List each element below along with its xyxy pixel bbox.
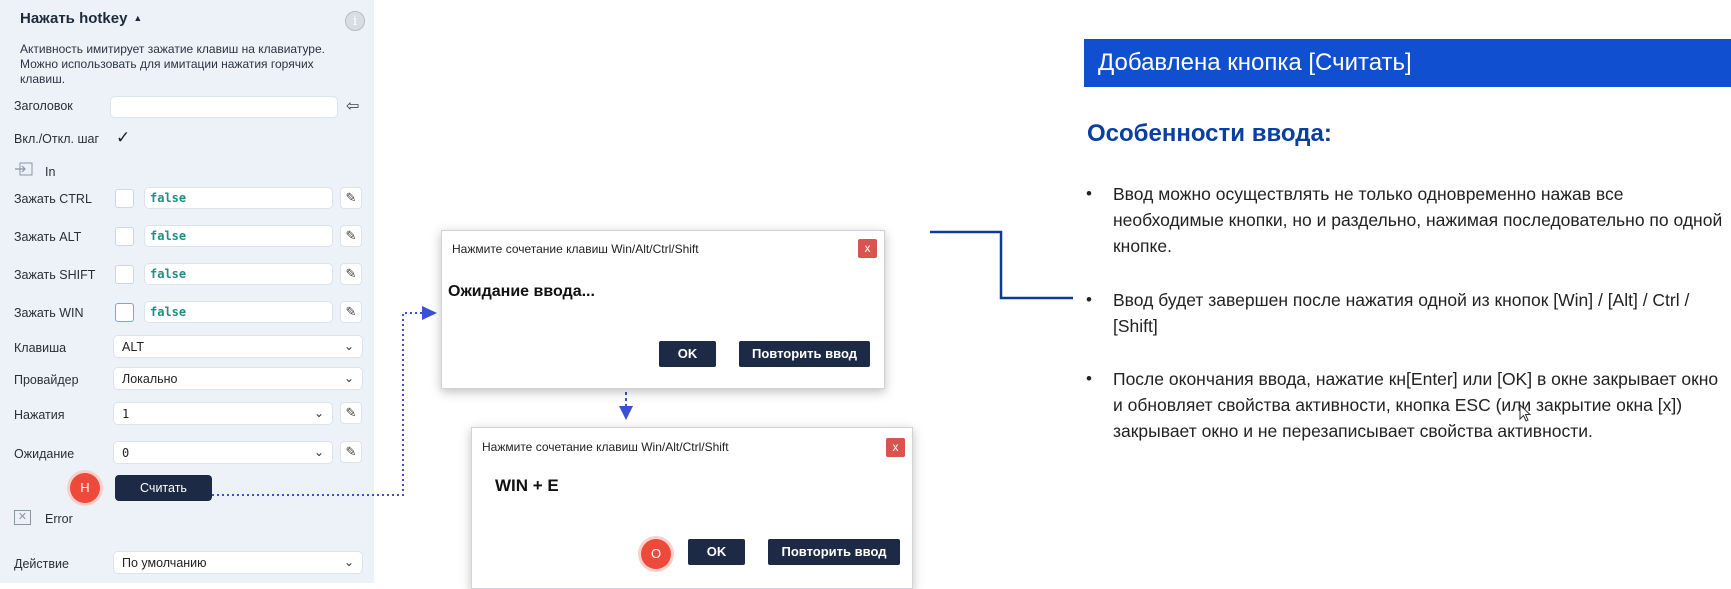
bullet-dot: •: [1086, 290, 1092, 309]
dialog-message: WIN + E: [495, 476, 559, 495]
ok-button[interactable]: OK: [659, 341, 716, 367]
action-select[interactable]: По умолчанию ⌄: [113, 551, 363, 574]
ctrl-label: Зажать CTRL: [14, 192, 92, 206]
header-label: Заголовок: [14, 99, 73, 113]
dialog-title: Нажмите сочетание клавиш Win/Alt/Ctrl/Sh…: [452, 242, 699, 256]
edit-pencil-icon[interactable]: ✎: [340, 402, 362, 424]
toggle-label: Вкл./Откл. шаг: [14, 132, 100, 146]
toggle-checkbox[interactable]: ✓: [116, 128, 130, 148]
alt-value[interactable]: false: [144, 225, 333, 247]
edit-pencil-icon[interactable]: ✎: [340, 301, 362, 323]
presses-label: Нажатия: [14, 408, 65, 422]
bullet-dot: •: [1086, 184, 1092, 203]
action-label: Действие: [14, 557, 69, 571]
close-icon[interactable]: x: [886, 438, 905, 457]
alt-checkbox[interactable]: [115, 227, 134, 246]
shift-label: Зажать SHIFT: [14, 268, 96, 282]
panel-title[interactable]: Нажать hotkey ▲: [20, 10, 142, 27]
retry-input-button[interactable]: Повторить ввод: [739, 341, 870, 367]
wait-select-value: 0: [122, 446, 130, 460]
provider-label: Провайдер: [14, 373, 79, 387]
retry-input-button[interactable]: Повторить ввод: [768, 539, 900, 565]
read-button[interactable]: Считать: [115, 475, 212, 501]
bullet-text: Ввод можно осуществлять не только одновр…: [1113, 184, 1723, 256]
ctrl-checkbox[interactable]: [115, 189, 134, 208]
banner-text: Добавлена кнопка [Считать]: [1098, 49, 1412, 76]
shift-value[interactable]: false: [144, 263, 333, 285]
slide-heading: Особенности ввода:: [1087, 120, 1332, 147]
bullet-dot: •: [1086, 369, 1092, 388]
edit-pencil-icon[interactable]: ✎: [340, 441, 362, 463]
win-checkbox[interactable]: [115, 303, 134, 322]
key-select[interactable]: ALT ⌄: [113, 335, 363, 358]
chevron-down-icon: ⌄: [343, 371, 354, 385]
ok-button[interactable]: OK: [688, 539, 745, 565]
activity-description: Активность имитирует зажатие клавиш на к…: [20, 42, 325, 86]
presses-select-value: 1: [122, 407, 130, 421]
annotation-badge-h: Н: [70, 473, 100, 503]
info-icon[interactable]: i: [345, 11, 365, 31]
panel-title-text: Нажать hotkey: [20, 10, 128, 27]
in-label: In: [45, 165, 56, 179]
chevron-down-icon: ⌄: [343, 339, 354, 353]
win-value[interactable]: false: [144, 301, 333, 323]
alt-label: Зажать ALT: [14, 230, 82, 244]
chevron-down-icon: ⌄: [343, 555, 354, 569]
presses-select[interactable]: 1 ⌄: [113, 402, 333, 425]
key-select-value: ALT: [122, 340, 144, 354]
caret-up-icon: ▲: [133, 13, 143, 23]
chevron-down-icon: ⌄: [313, 445, 324, 459]
chevron-down-icon: ⌄: [313, 406, 324, 420]
error-x-icon: ✕: [14, 510, 31, 525]
action-select-value: По умолчанию: [122, 556, 207, 570]
header-input[interactable]: [110, 96, 338, 118]
provider-select-value: Локально: [122, 372, 178, 386]
slide-banner: Добавлена кнопка [Считать]: [1084, 39, 1731, 87]
edit-pencil-icon[interactable]: ✎: [340, 263, 362, 285]
hotkey-dialog-waiting: Нажмите сочетание клавиш Win/Alt/Ctrl/Sh…: [441, 230, 885, 389]
properties-panel: Нажать hotkey ▲ i Активность имитирует за…: [0, 0, 374, 583]
ctrl-value[interactable]: false: [144, 187, 333, 209]
shift-checkbox[interactable]: [115, 265, 134, 284]
bullet-text: После окончания ввода, нажатие кн[Enter]…: [1113, 369, 1719, 441]
annotation-badge-o: О: [641, 539, 671, 569]
dialog-message: Ожидание ввода...: [448, 283, 595, 300]
wait-label: Ожидание: [14, 447, 75, 461]
edit-pencil-icon[interactable]: ✎: [340, 187, 362, 209]
mouse-cursor-icon: [1519, 403, 1532, 427]
close-icon[interactable]: x: [858, 239, 877, 258]
dialog-title: Нажмите сочетание клавиш Win/Alt/Ctrl/Sh…: [482, 440, 729, 454]
edit-pencil-icon[interactable]: ✎: [340, 225, 362, 247]
wait-select[interactable]: 0 ⌄: [113, 441, 333, 464]
input-arrow-icon: [14, 162, 34, 176]
key-label: Клавиша: [14, 341, 67, 355]
provider-select[interactable]: Локально ⌄: [113, 367, 363, 390]
error-label: Error: [45, 512, 73, 526]
win-label: Зажать WIN: [14, 306, 84, 320]
hotkey-dialog-result: Нажмите сочетание клавиш Win/Alt/Ctrl/Sh…: [471, 427, 913, 589]
bullet-text: Ввод будет завершен после нажатия одной …: [1113, 290, 1690, 336]
arrow-left-icon[interactable]: ⇦: [346, 96, 359, 116]
